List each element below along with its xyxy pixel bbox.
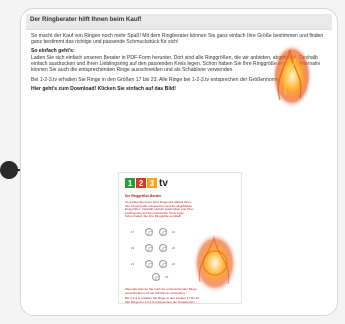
ring-size-grid: 17 18 19 20 21 22 23 — [125, 228, 185, 281]
flyer-title: Der Ringgrößen-Berater — [125, 194, 162, 198]
ring-label: 19 — [131, 247, 134, 250]
ring-label: 18 — [172, 231, 175, 234]
post-title: Der Ringberater hilft Ihnen beim Kauf! — [30, 16, 142, 23]
ring-circle-icon — [152, 273, 160, 281]
flyer-line: Alle Ringe bei 1-2-3.tv entsprechen der … — [125, 299, 196, 304]
logo-suffix: tv — [159, 177, 168, 189]
logo-digit-3: 3 — [147, 178, 157, 188]
logo-digit-2: 2 — [136, 178, 146, 188]
ring-circle-icon — [145, 228, 153, 236]
flyer-footer-text: Bei 1-2-3.tv erhalten Sie Ringe in den G… — [125, 296, 200, 304]
ring-circle-icon — [159, 244, 167, 252]
flyer-intro-text: So greifen Sie einen Ihrer Ringe (die ak… — [125, 200, 194, 219]
ring-circle-icon — [159, 260, 167, 268]
flyer-line: Schon haben Sie Ihre Ringgröße ermittelt… — [125, 214, 182, 219]
ring-label: 23 — [165, 276, 168, 279]
flyer-footer-text: Alternativ können Sie auch die entsprech… — [125, 287, 197, 295]
flame-decoration-icon — [272, 44, 312, 108]
flyer-line: ausschneiden und als Schablone verwenden… — [125, 290, 186, 295]
ring-label: 21 — [131, 263, 134, 266]
logo-digit-1: 1 — [125, 178, 135, 188]
ring-label: 20 — [172, 247, 175, 250]
ring-label: 22 — [172, 263, 175, 266]
ring-label: 17 — [131, 231, 134, 234]
ring-circle-icon — [159, 228, 167, 236]
brand-logo: 1 2 3 tv — [125, 177, 168, 189]
flame-decoration-icon — [193, 233, 237, 293]
ring-circle-icon — [145, 260, 153, 268]
ring-circle-icon — [145, 244, 153, 252]
